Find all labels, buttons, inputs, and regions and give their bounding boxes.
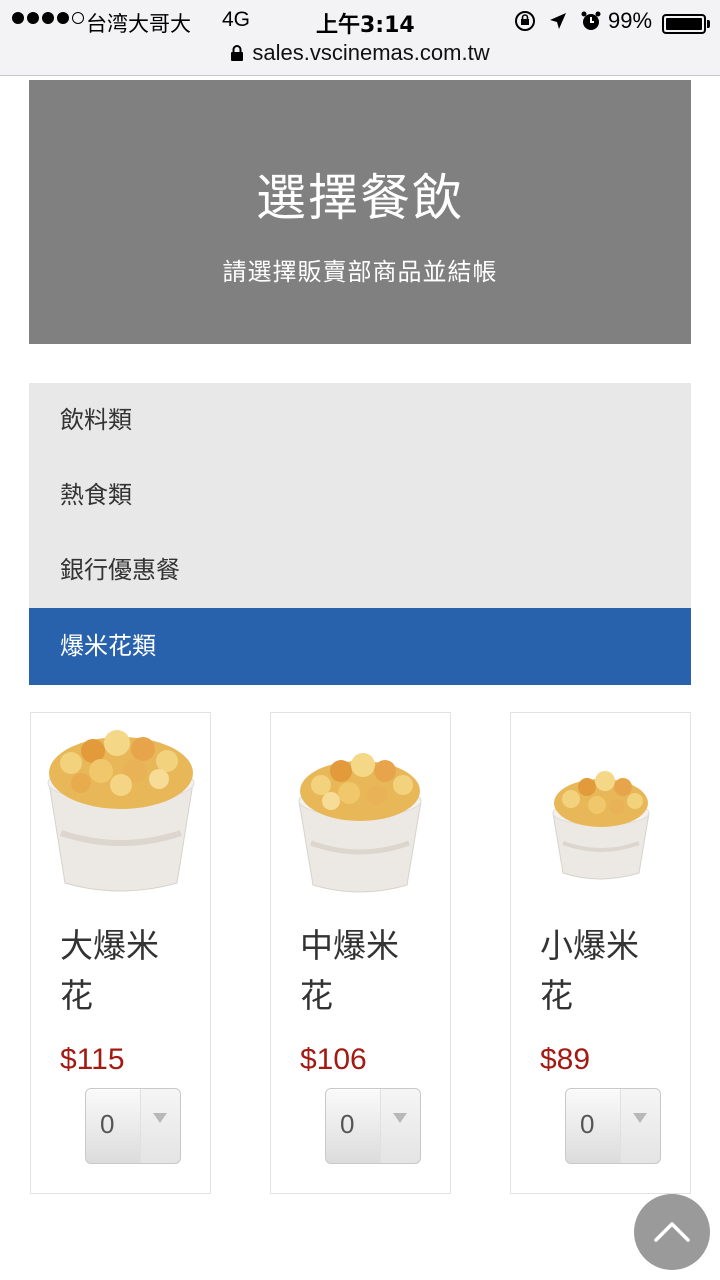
page-header-banner: 選擇餐飲 請選擇販賣部商品並結帳 (29, 80, 691, 344)
category-item-bank-offers[interactable]: 銀行優惠餐 (29, 533, 691, 608)
product-card: 小爆米花 $89 0 (510, 712, 691, 1194)
product-price: $115 (60, 1043, 125, 1076)
url-text[interactable]: sales.vscinemas.com.tw (252, 40, 489, 66)
signal-strength-icon (12, 12, 84, 24)
carrier-name: 台湾大哥大 (86, 12, 191, 36)
scroll-to-top-button[interactable] (634, 1194, 710, 1270)
status-icons (514, 10, 602, 32)
browser-status-bar: 台湾大哥大 4G 上午3:14 99% sales.vscinemas.com.… (0, 0, 720, 76)
category-item-drinks[interactable]: 飲料類 (29, 383, 691, 458)
chevron-up-icon (654, 1222, 690, 1242)
product-price: $89 (540, 1043, 591, 1076)
dropdown-toggle[interactable] (140, 1089, 180, 1163)
quantity-value: 0 (580, 1109, 595, 1139)
rotation-lock-icon (515, 11, 535, 31)
popcorn-small-image (552, 771, 650, 880)
quantity-select[interactable]: 0 (85, 1088, 181, 1164)
battery-cap (707, 20, 710, 28)
quantity-value: 0 (340, 1109, 355, 1139)
status-time: 上午3:14 (316, 13, 415, 38)
ios-status-row: 台湾大哥大 4G 上午3:14 99% (0, 4, 720, 38)
quantity-value: 0 (100, 1109, 115, 1139)
product-price: $106 (300, 1043, 367, 1076)
popcorn-large-image (47, 730, 195, 892)
lock-icon (231, 45, 244, 61)
quantity-select[interactable]: 0 (565, 1088, 661, 1164)
location-arrow-icon (550, 13, 566, 29)
battery-percentage: 99% (608, 8, 653, 33)
page-subtitle: 請選擇販賣部商品並結帳 (222, 258, 498, 286)
alarm-clock-icon (581, 11, 601, 30)
popcorn-medium-image (298, 753, 422, 893)
chevron-down-icon (633, 1113, 647, 1123)
product-name: 大爆米花 (60, 926, 159, 1015)
chevron-down-icon (153, 1113, 167, 1123)
product-card: 大爆米花 $115 0 (30, 712, 211, 1194)
network-type: 4G (222, 8, 251, 31)
category-menu: 飲料類 熱食類 銀行優惠餐 爆米花類 (29, 383, 691, 685)
product-name: 小爆米花 (540, 926, 639, 1015)
page-title: 選擇餐飲 (256, 169, 464, 227)
dropdown-toggle[interactable] (620, 1089, 660, 1163)
address-bar[interactable]: sales.vscinemas.com.tw (0, 38, 720, 68)
product-card: 中爆米花 $106 0 (270, 712, 451, 1194)
chevron-down-icon (393, 1113, 407, 1123)
category-item-hot-food[interactable]: 熱食類 (29, 458, 691, 533)
battery-icon (662, 14, 706, 34)
product-name: 中爆米花 (300, 926, 399, 1015)
category-item-popcorn[interactable]: 爆米花類 (29, 608, 691, 685)
quantity-select[interactable]: 0 (325, 1088, 421, 1164)
dropdown-toggle[interactable] (380, 1089, 420, 1163)
